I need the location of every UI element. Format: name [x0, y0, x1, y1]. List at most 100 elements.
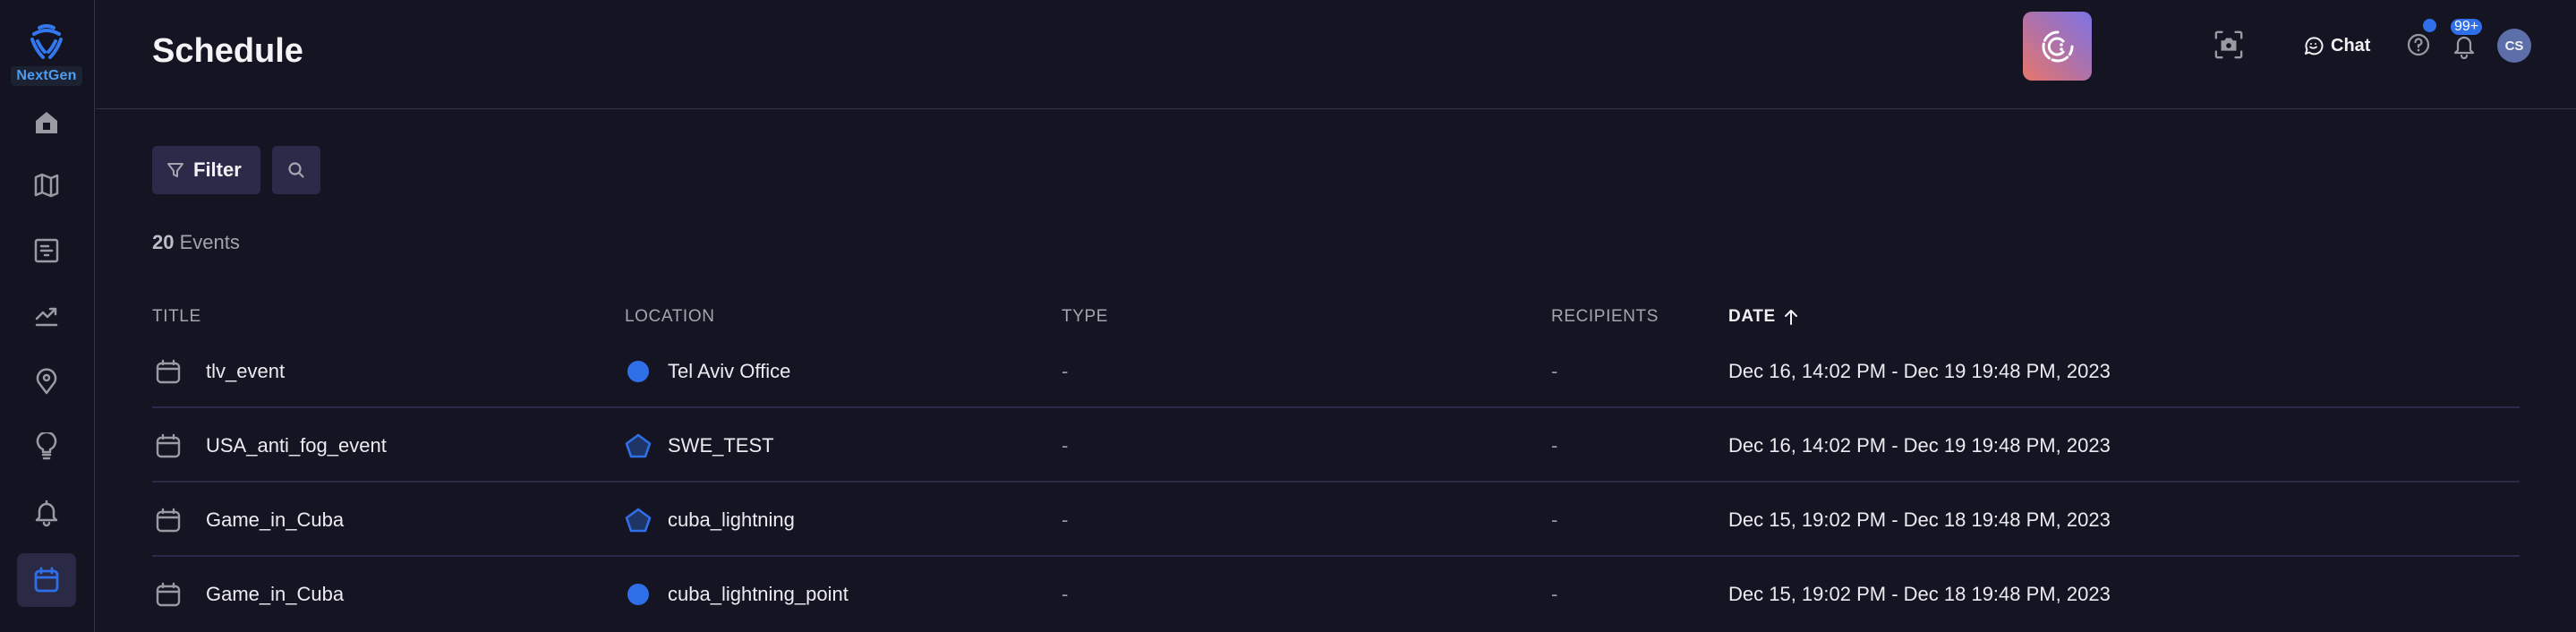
column-header-type[interactable]: Type: [1062, 307, 1108, 327]
sidebar-item-locations[interactable]: [17, 354, 76, 408]
column-header-date-label: Date: [1728, 307, 1776, 326]
event-type: -: [1062, 508, 1069, 531]
table-row[interactable]: USA_anti_fog_event SWE_TEST - - Dec 16, …: [152, 408, 2520, 483]
sidebar: NextGen: [0, 0, 95, 632]
events-count-number: 20: [152, 231, 175, 253]
event-calendar-icon: [156, 582, 181, 606]
recipients-cell: -: [1551, 408, 1557, 483]
table-row[interactable]: tlv_event Tel Aviv Office - - Dec 16, 14…: [152, 334, 2520, 408]
title-cell: Game_in_Cuba: [152, 557, 344, 631]
map-icon: [34, 173, 59, 198]
sidebar-item-insights[interactable]: [17, 420, 76, 474]
ai-assistant-icon: [2042, 30, 2073, 62]
events-count: 20 Events: [152, 231, 240, 254]
date-cell: Dec 15, 19:02 PM - Dec 18 19:48 PM, 2023: [1728, 557, 2111, 631]
type-cell: -: [1062, 557, 1068, 631]
notifications-badge: 99+: [2451, 19, 2483, 35]
calendar-icon: [34, 567, 59, 593]
table-row[interactable]: Game_in_Cuba cuba_lightning - - Dec 15, …: [152, 483, 2520, 557]
event-recipients: -: [1551, 433, 1558, 457]
sort-ascending-icon: [1784, 310, 1797, 325]
trend-icon: [35, 307, 58, 327]
event-date-range: Dec 15, 19:02 PM - Dec 18 19:48 PM, 2023: [1728, 508, 2111, 531]
table-row[interactable]: Game_in_Cuba cuba_lightning_point - - De…: [152, 557, 2520, 631]
app: NextGen Schedule Chat 99+ CS Filter 20 E…: [0, 0, 2576, 632]
chat-button[interactable]: Chat: [2302, 30, 2370, 61]
filter-label: Filter: [193, 158, 242, 181]
sidebar-item-alerts[interactable]: [17, 486, 76, 540]
ai-assistant-button[interactable]: [2023, 12, 2092, 81]
type-cell: -: [1062, 334, 1068, 408]
filter-icon: [167, 163, 183, 177]
date-cell: Dec 15, 19:02 PM - Dec 18 19:48 PM, 2023: [1728, 483, 2111, 557]
search-icon: [288, 162, 304, 178]
polygon-location-icon: [625, 433, 652, 457]
recipients-cell: -: [1551, 334, 1557, 408]
event-recipients: -: [1551, 582, 1558, 605]
event-date-range: Dec 16, 14:02 PM - Dec 19 19:48 PM, 2023: [1728, 359, 2111, 382]
event-location[interactable]: cuba_lightning: [668, 508, 795, 532]
notifications-button[interactable]: [2452, 32, 2476, 60]
search-button[interactable]: [272, 146, 320, 194]
sidebar-item-analytics[interactable]: [17, 288, 76, 342]
logo[interactable]: NextGen: [7, 23, 86, 91]
events-count-label: Events: [179, 231, 240, 253]
type-cell: -: [1062, 408, 1068, 483]
brand-label: NextGen: [11, 66, 82, 86]
type-cell: -: [1062, 483, 1068, 557]
column-header-date[interactable]: Date: [1728, 307, 1799, 327]
help-button[interactable]: [2406, 32, 2431, 57]
event-recipients: -: [1551, 508, 1558, 531]
point-location-icon: [627, 583, 649, 605]
report-icon: [34, 238, 59, 263]
home-icon: [36, 112, 57, 133]
header: Schedule: [96, 0, 2576, 109]
sidebar-item-reports[interactable]: [17, 224, 76, 278]
event-date-range: Dec 15, 19:02 PM - Dec 18 19:48 PM, 2023: [1728, 582, 2111, 605]
help-icon: [2407, 33, 2430, 56]
title-cell: USA_anti_fog_event: [152, 408, 387, 483]
help-indicator-dot: [2423, 19, 2436, 32]
column-header-title[interactable]: Title: [152, 307, 201, 327]
event-calendar-icon: [156, 508, 181, 532]
event-title[interactable]: tlv_event: [206, 360, 285, 383]
sidebar-item-map[interactable]: [17, 158, 76, 212]
notification-bell-icon: [2453, 36, 2475, 60]
user-avatar[interactable]: CS: [2497, 29, 2531, 63]
sidebar-item-home[interactable]: [17, 96, 76, 149]
recipients-cell: -: [1551, 557, 1557, 631]
sidebar-item-schedule[interactable]: [17, 553, 76, 607]
title-cell: tlv_event: [152, 334, 285, 408]
page-title: Schedule: [152, 32, 303, 70]
event-location[interactable]: SWE_TEST: [668, 434, 774, 457]
date-cell: Dec 16, 14:02 PM - Dec 19 19:48 PM, 2023: [1728, 408, 2111, 483]
event-date-range: Dec 16, 14:02 PM - Dec 19 19:48 PM, 2023: [1728, 433, 2111, 457]
nextgen-logo-icon: [30, 24, 63, 59]
event-title[interactable]: USA_anti_fog_event: [206, 434, 387, 457]
location-pin-icon: [36, 368, 57, 395]
event-calendar-icon: [156, 433, 181, 457]
avatar-initials: CS: [2504, 38, 2524, 54]
recipients-cell: -: [1551, 483, 1557, 557]
bell-icon: [35, 500, 58, 527]
event-title[interactable]: Game_in_Cuba: [206, 583, 344, 606]
location-cell: SWE_TEST: [625, 408, 774, 483]
filter-button[interactable]: Filter: [152, 146, 260, 194]
event-title[interactable]: Game_in_Cuba: [206, 508, 344, 532]
event-location[interactable]: cuba_lightning_point: [668, 583, 849, 606]
lightbulb-icon: [36, 432, 57, 460]
chat-icon: [2305, 37, 2324, 56]
point-location-icon: [627, 360, 649, 382]
location-cell: cuba_lightning_point: [625, 557, 849, 631]
location-cell: Tel Aviv Office: [625, 334, 790, 408]
column-header-location[interactable]: Location: [625, 307, 715, 327]
location-cell: cuba_lightning: [625, 483, 795, 557]
title-cell: Game_in_Cuba: [152, 483, 344, 557]
event-location[interactable]: Tel Aviv Office: [668, 360, 790, 383]
event-recipients: -: [1551, 359, 1558, 382]
polygon-location-icon: [625, 508, 652, 532]
column-header-recipients[interactable]: Recipients: [1551, 307, 1659, 327]
screenshot-button[interactable]: [2213, 29, 2245, 61]
event-type: -: [1062, 582, 1069, 605]
chat-label: Chat: [2331, 35, 2371, 56]
